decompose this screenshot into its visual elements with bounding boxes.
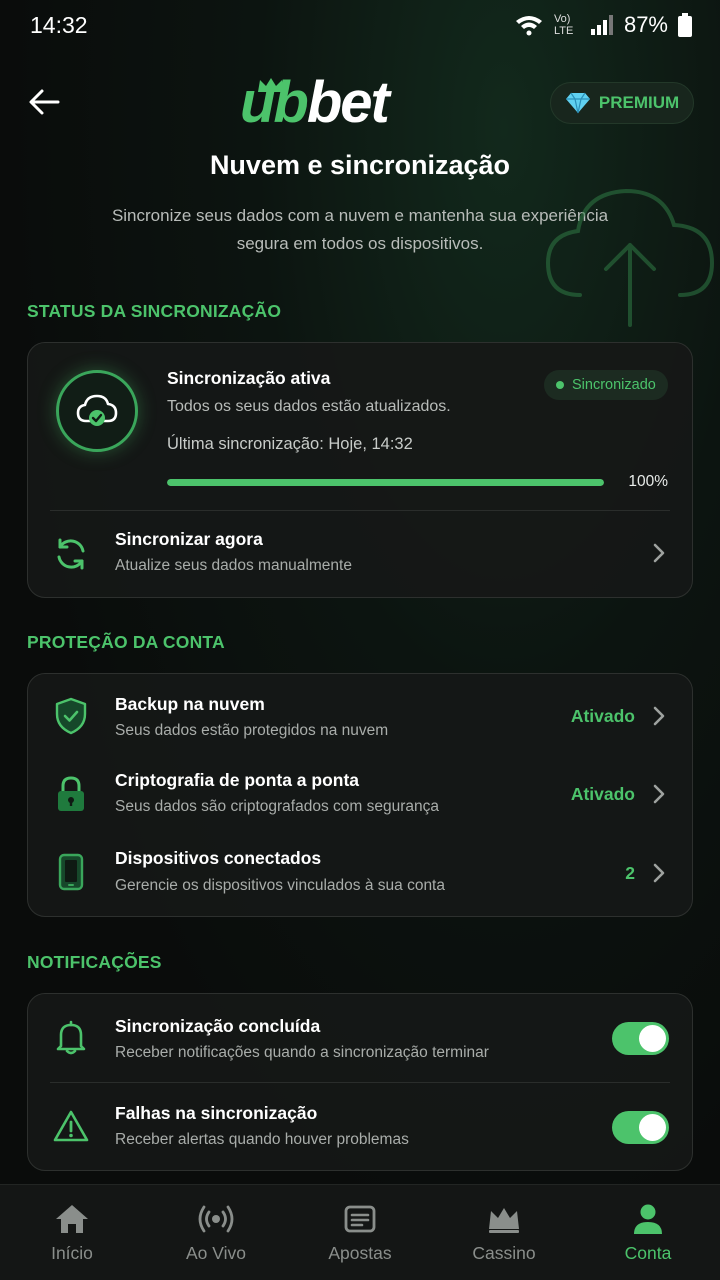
nav-live-label: Ao Vivo: [186, 1243, 246, 1263]
sync-complete-row: Sincronização concluída Receber notifica…: [27, 1000, 693, 1080]
sync-status-ring: [56, 370, 138, 452]
crown-icon: [489, 1208, 519, 1233]
chevron-right-icon: [649, 704, 669, 728]
toggle-knob: [639, 1114, 666, 1141]
backup-desc: Seus dados estão protegidos na nuvem: [115, 722, 389, 739]
premium-label: PREMIUM: [598, 93, 680, 112]
sync-progress-label: 100%: [628, 473, 668, 490]
bets-icon: [344, 1205, 376, 1233]
backup-row[interactable]: Backup na nuvem Seus dados estão protegi…: [27, 680, 693, 756]
nav-casino-label: Cassino: [472, 1243, 536, 1263]
encryption-desc: Seus dados são criptografados com segura…: [115, 798, 439, 815]
sync-progress-fill: [167, 479, 604, 486]
divider: [50, 1082, 670, 1083]
chevron-right-icon: [649, 782, 669, 806]
nav-live[interactable]: Ao Vivo: [144, 1185, 288, 1280]
premium-button[interactable]: PREMIUM: [550, 82, 694, 124]
backup-status: Ativado: [570, 706, 635, 726]
protection-section-label: PROTEÇÃO DA CONTA: [27, 632, 225, 652]
devices-desc: Gerencie os dispositivos vinculados à su…: [115, 877, 445, 894]
encryption-title: Criptografia de ponta a ponta: [115, 770, 360, 790]
nav-home[interactable]: Início: [0, 1185, 144, 1280]
sync-description: Todos os seus dados estão atualizados.: [167, 398, 451, 415]
backup-title: Backup na nuvem: [115, 694, 265, 714]
sync-now-desc: Atualize seus dados manualmente: [115, 557, 352, 574]
sync-failure-title: Falhas na sincronização: [115, 1103, 318, 1123]
devices-row[interactable]: Dispositivos conectados Gerencie os disp…: [27, 836, 693, 912]
battery-level: 87%: [623, 12, 668, 37]
chevron-right-icon: [649, 861, 669, 885]
bottom-nav: Início Ao Vivo Apostas Cassino Conta: [0, 1184, 720, 1280]
network-label: Vo) LTE: [553, 13, 574, 37]
wifi-icon: [514, 13, 544, 37]
user-icon: [634, 1204, 662, 1234]
bell-icon: [51, 1018, 91, 1058]
home-icon: [56, 1205, 88, 1233]
sync-failure-desc: Receber alertas quando houver problemas: [115, 1131, 409, 1148]
toggle-knob: [639, 1025, 666, 1052]
sync-progress-bar: [167, 479, 604, 486]
logo-crown-icon: [258, 78, 284, 92]
battery-icon: [678, 13, 692, 37]
nav-bets[interactable]: Apostas: [288, 1185, 432, 1280]
nav-account[interactable]: Conta: [576, 1185, 720, 1280]
arrow-left-icon: [29, 89, 60, 115]
last-sync: Última sincronização: Hoje, 14:32: [167, 435, 413, 453]
phone-icon: [51, 852, 91, 892]
sync-complete-toggle[interactable]: [612, 1022, 669, 1055]
cloud-upload-decoration-icon: [545, 188, 715, 327]
warning-icon: [51, 1106, 91, 1146]
notifications-section-label: NOTIFICAÇÕES: [27, 952, 162, 972]
encryption-status: Ativado: [570, 784, 635, 804]
sync-failure-row: Falhas na sincronização Receber alertas …: [27, 1088, 693, 1168]
shield-check-icon: [51, 696, 91, 736]
status-dot-icon: [556, 381, 564, 389]
nav-casino[interactable]: Cassino: [432, 1185, 576, 1280]
live-icon: [198, 1205, 234, 1233]
devices-title: Dispositivos conectados: [115, 848, 322, 868]
devices-count: 2: [625, 863, 635, 883]
nav-bets-label: Apostas: [328, 1243, 392, 1263]
sync-now-title: Sincronizar agora: [115, 529, 263, 549]
nav-account-label: Conta: [624, 1243, 672, 1263]
cloud-check-icon: [76, 394, 118, 426]
status-time: 14:32: [30, 12, 88, 38]
sync-status-badge: Sincronizado: [544, 370, 668, 400]
status-icons: Vo) LTE 87%: [514, 12, 692, 38]
encryption-row[interactable]: Criptografia de ponta a ponta Seus dados…: [27, 758, 693, 834]
diamond-icon: [565, 92, 590, 114]
nav-home-label: Início: [51, 1243, 93, 1263]
sync-failure-toggle[interactable]: [612, 1111, 669, 1144]
logo-bet: bet: [306, 70, 390, 135]
sync-complete-desc: Receber notificações quando a sincroniza…: [115, 1044, 489, 1061]
sync-title: Sincronização ativa: [167, 368, 331, 388]
lock-icon: [51, 774, 91, 814]
chevron-right-icon: [649, 541, 669, 565]
signal-icon: [590, 14, 614, 36]
sync-complete-title: Sincronização concluída: [115, 1016, 321, 1036]
sync-now-row[interactable]: Sincronizar agora Atualize seus dados ma…: [27, 511, 693, 597]
back-button[interactable]: [24, 82, 64, 122]
refresh-icon: [51, 534, 91, 574]
sync-badge-label: Sincronizado: [572, 377, 656, 393]
sync-section-label: STATUS DA SINCRONIZAÇÃO: [27, 301, 282, 321]
